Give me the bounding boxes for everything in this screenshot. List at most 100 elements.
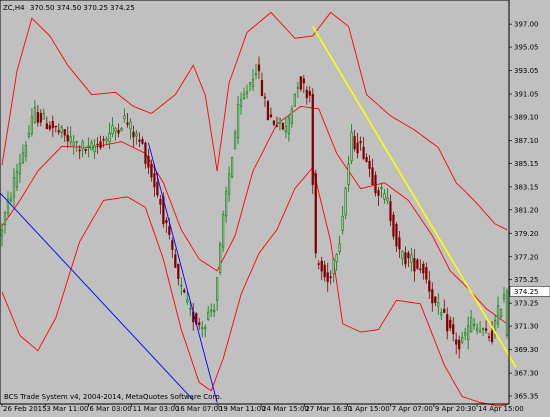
candle-body [24,144,28,157]
candle-body [48,125,51,130]
price-tick-label: 365.35 [514,393,539,401]
price-tick-label: 373.25 [514,300,539,308]
candle-body [470,317,473,333]
candle-body [96,143,99,146]
candle-body [290,108,293,124]
candle-body [443,309,446,313]
candle-body [320,260,323,272]
candle-body [114,128,117,132]
current-price-text: 374.25 [514,288,539,296]
price-tick-label: 371.30 [514,323,539,331]
candle-body [490,330,494,343]
price-tick-label: 395.05 [514,44,539,52]
chart-window[interactable]: ZC,H4 370.50 374.50 370.25 374.25 BCS Tr… [0,0,550,413]
candle-body [464,332,467,336]
candle-body [275,125,279,127]
candle-body [87,145,90,148]
candle-body [437,302,440,307]
candle-body [138,139,141,142]
candle [281,122,285,131]
candle-body [484,328,488,331]
candle-body [108,133,111,143]
candle-body [129,121,132,130]
candle-body [186,299,189,303]
candle-body [0,229,4,237]
candle-body [422,263,425,274]
candle-body [425,267,428,280]
candle-body [78,149,81,152]
time-tick-label: 19 Mar 11:00 [219,405,266,413]
candle-body [272,120,276,125]
candle-body [204,326,207,330]
price-tick-label: 383.15 [514,183,539,191]
candle-body [344,188,347,216]
candle-body [159,198,162,205]
candle-body [496,305,500,325]
candle-body [487,336,491,338]
candle-body [413,258,416,272]
time-axis: 26 Feb 2015 3 Mar 11:00 6 Mar 03:00 11 Mar … [1,404,524,413]
price-tick-label: 387.10 [514,137,539,145]
candle-body [18,163,22,175]
candle-body [120,128,123,131]
candle-body [198,322,201,326]
candle [344,186,347,220]
candle-body [407,252,410,259]
candle-body [51,121,54,129]
candle-body [293,93,296,107]
candle-body [201,327,204,329]
candle-body [401,250,404,260]
candle-body [90,142,93,151]
candle-body [39,112,42,123]
candle [293,93,296,107]
candle-body [323,264,326,278]
candle [392,211,395,240]
time-tick-label: 3 Mar 11:00 [46,405,88,413]
candle-body [299,76,302,90]
candle-body [180,284,183,287]
candle-body [33,107,36,123]
candle-body [302,78,305,84]
candle-body [93,145,96,153]
candle-body [386,197,389,202]
price-tick-label: 377.20 [514,253,539,261]
chart-background [0,0,550,413]
symbol-label: ZC,H4 [3,4,25,12]
time-tick-label: 11 Mar 03:00 [133,405,180,413]
candle [299,76,302,92]
candle-body [147,155,150,168]
candle-body [478,330,482,333]
price-tick-label: 391.05 [514,91,539,99]
candle-body [165,219,168,224]
time-tick-label: 27 Mar 16:30 [305,405,352,413]
candle [314,169,317,259]
candle-body [350,131,353,162]
candle-body [499,308,503,318]
price-chart[interactable]: ZC,H4 370.50 374.50 370.25 374.25 BCS Tr… [0,0,550,413]
candle-body [213,309,216,312]
candle-body [242,94,246,99]
candle [230,156,234,179]
time-tick-label: 14 Apr 15:00 [478,405,524,413]
candle [499,308,503,319]
candle-body [177,263,180,279]
candle-body [338,243,341,252]
candle-body [461,336,464,343]
candle-body [314,173,317,254]
candle-body [105,138,108,142]
candle-body [269,114,273,118]
candle-body [365,157,368,162]
candle-body [452,324,455,335]
candle-body [236,104,240,139]
footer-note: BCS Trade System v4, 2004-2014, MetaQuot… [4,393,222,401]
candle-body [12,177,16,198]
candle [219,241,222,275]
candle-body [335,254,338,263]
candle-body [428,280,431,292]
candle-body [222,214,225,248]
candle-body [359,141,362,144]
time-tick-label: 1 Apr 15:00 [349,405,390,413]
candle-body [251,79,255,87]
candle-body [245,91,249,94]
candle-body [21,152,25,163]
